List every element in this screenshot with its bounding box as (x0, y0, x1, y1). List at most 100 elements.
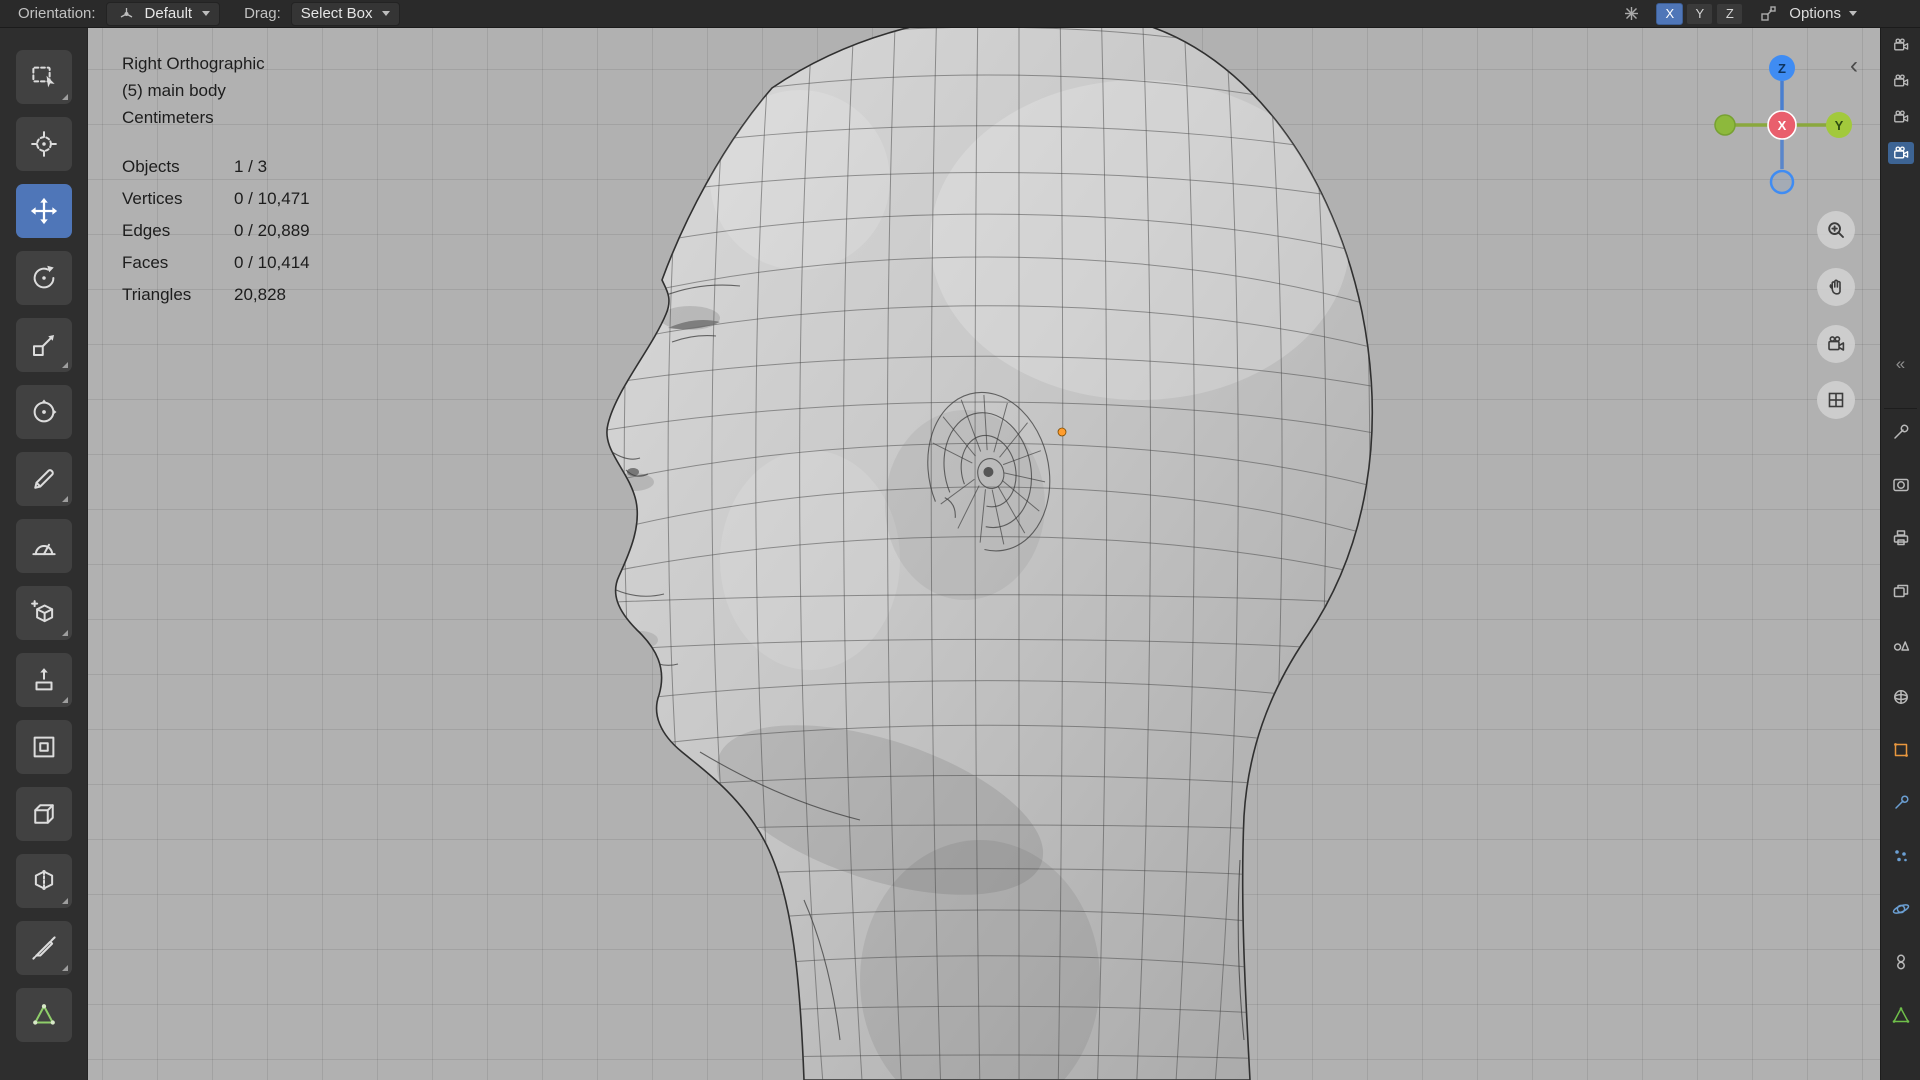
tool-loop-cut[interactable] (15, 854, 72, 908)
measure-icon (31, 543, 56, 556)
grid-icon (1828, 392, 1844, 408)
tab-constraints[interactable] (1889, 952, 1913, 972)
tool-scale[interactable] (15, 318, 72, 372)
stat-label: Vertices (122, 189, 183, 208)
tool-inset-faces[interactable] (15, 720, 72, 774)
navigation-gizmo[interactable]: Z Y X (1707, 50, 1857, 200)
tool-cursor[interactable] (15, 117, 72, 171)
mirror-y-toggle[interactable]: Y (1686, 2, 1714, 25)
blender-window: { "header": { "orientation_label": "Orie… (0, 0, 1920, 1080)
snap-icon[interactable] (1757, 3, 1779, 25)
tab-world[interactable] (1889, 687, 1913, 707)
tool-annotate[interactable] (15, 452, 72, 506)
tab-render[interactable] (1889, 475, 1913, 495)
pan-button[interactable] (1817, 268, 1855, 306)
gizmo-axis-y[interactable]: Y (1826, 112, 1852, 138)
orientation-value: Default (144, 5, 193, 22)
tab-modifiers[interactable] (1889, 793, 1913, 813)
tool-add-cube[interactable] (15, 586, 72, 640)
units-label: Centimeters (122, 108, 214, 127)
tab-object-data[interactable] (1889, 1005, 1913, 1025)
stat-value: 20,828 (234, 285, 286, 304)
bevel-icon (33, 804, 54, 824)
transform-orientation-icon (116, 3, 138, 25)
render-visibility-icon-active[interactable] (1887, 142, 1914, 164)
tool-knife[interactable] (15, 921, 72, 975)
tab-object[interactable] (1889, 740, 1913, 760)
svg-text:X: X (1778, 118, 1787, 133)
view-name: Right Orthographic (122, 54, 265, 73)
zoom-icon (1828, 222, 1844, 238)
gizmo-axis-y-negative[interactable] (1714, 114, 1736, 136)
transform-icon (33, 399, 56, 423)
mirror-z-toggle[interactable]: Z (1716, 2, 1744, 25)
orientation-dropdown[interactable]: Default (105, 1, 221, 26)
poly-build-icon (32, 1004, 55, 1025)
scale-icon (32, 335, 54, 356)
origin-point[interactable] (1057, 427, 1067, 437)
right-rail: « (1880, 28, 1920, 1080)
tool-rotate[interactable] (15, 251, 72, 305)
outliner-visibility-column (1881, 34, 1920, 164)
hand-icon (1829, 279, 1841, 295)
tab-scene[interactable] (1889, 634, 1913, 654)
select-box-icon (31, 66, 55, 88)
stat-value: 0 / 20,889 (234, 221, 310, 240)
zoom-button[interactable] (1817, 211, 1855, 249)
rotate-icon (33, 265, 54, 289)
mirror-x-toggle[interactable]: X (1656, 2, 1684, 25)
gizmo-axis-z[interactable]: Z (1769, 55, 1795, 81)
tool-extrude-region[interactable] (15, 653, 72, 707)
proportional-editing-icon[interactable] (1620, 3, 1642, 25)
chevron-down-icon (382, 11, 391, 16)
tool-bevel[interactable] (15, 787, 72, 841)
viewport-3d[interactable]: Right Orthographic (5) main body Centime… (0, 28, 1881, 1080)
tool-poly-build[interactable] (15, 988, 72, 1042)
annotate-pen-icon (33, 469, 54, 489)
properties-tab-column (1881, 422, 1920, 1025)
stat-label: Faces (122, 253, 169, 272)
stat-label: Edges (122, 221, 171, 240)
tab-output[interactable] (1889, 528, 1913, 548)
editor-divider (1884, 408, 1917, 409)
stat-value: 0 / 10,414 (234, 253, 310, 272)
loop-cut-icon (34, 870, 53, 890)
tool-select-box[interactable] (15, 50, 72, 104)
expand-panel-icon[interactable]: « (1881, 354, 1920, 374)
inset-faces-icon (33, 736, 54, 758)
mirror-axis-toggles: X Y Z (1656, 2, 1744, 25)
drag-value: Select Box (300, 5, 373, 22)
active-object-name: (5) main body (122, 81, 226, 100)
tool-move[interactable] (15, 184, 72, 238)
stat-value: 0 / 10,471 (234, 189, 310, 208)
tool-transform[interactable] (15, 385, 72, 439)
drag-dropdown[interactable]: Select Box (290, 1, 401, 26)
gizmo-axis-x[interactable]: X (1767, 110, 1797, 140)
render-visibility-icon[interactable] (1888, 34, 1914, 56)
chevron-down-icon (1849, 11, 1857, 16)
sidebar-collapse-icon[interactable]: ‹ (1850, 54, 1858, 78)
stat-value: 1 / 3 (234, 157, 268, 176)
chevron-down-icon (202, 11, 211, 16)
camera-view-button[interactable] (1817, 325, 1855, 363)
tab-view-layer[interactable] (1889, 581, 1913, 601)
knife-icon (31, 936, 56, 960)
stat-label: Triangles (122, 285, 192, 304)
tab-particles[interactable] (1889, 846, 1913, 866)
render-visibility-icon[interactable] (1888, 106, 1914, 128)
stat-label: Objects (122, 157, 180, 176)
render-visibility-icon[interactable] (1888, 70, 1914, 92)
add-cube-icon (30, 600, 53, 623)
cursor-icon (30, 131, 57, 157)
viewport-overlay-text: Right Orthographic (5) main body Centime… (122, 50, 310, 311)
options-dropdown[interactable]: Options (1789, 5, 1857, 22)
tab-physics[interactable] (1889, 899, 1913, 919)
toolbar (0, 28, 88, 1080)
grid-ortho-button[interactable] (1817, 381, 1855, 419)
extrude-region-icon (35, 668, 52, 691)
orientation-label: Orientation: (18, 5, 96, 22)
camera-icon (1828, 336, 1845, 351)
gizmo-axis-z-negative[interactable] (1769, 169, 1795, 195)
tab-tool[interactable] (1889, 422, 1913, 442)
tool-measure[interactable] (15, 519, 72, 573)
